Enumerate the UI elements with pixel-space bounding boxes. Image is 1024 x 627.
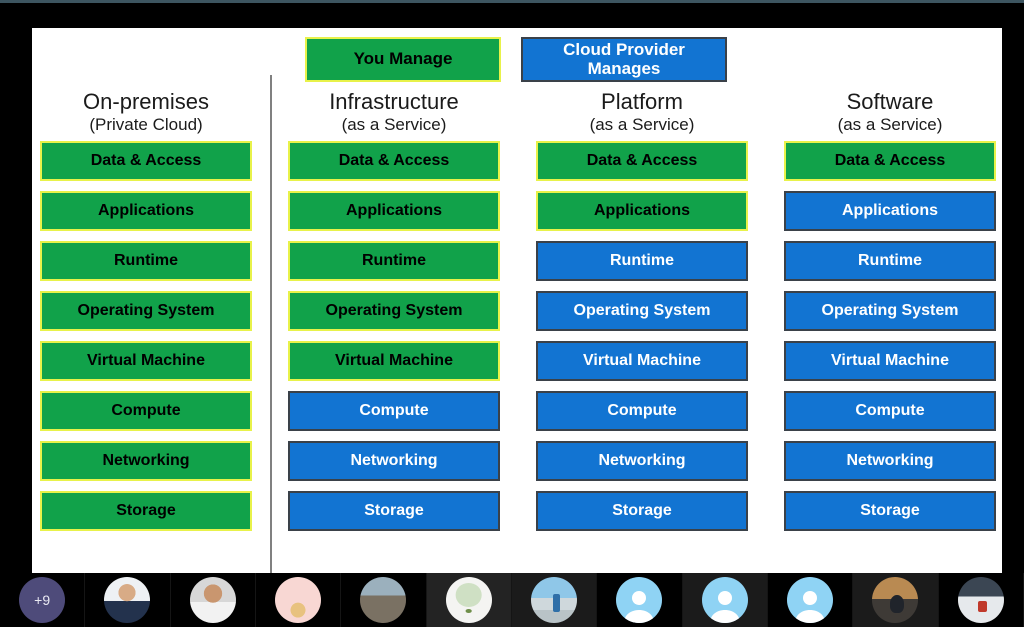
layer-row: Applications bbox=[784, 191, 996, 232]
on-premises-divider bbox=[270, 75, 272, 573]
column-platform-as-a-service: Platform (as a Service) Data & Access Ap… bbox=[536, 89, 748, 532]
participant-tile[interactable] bbox=[853, 573, 939, 627]
avatar bbox=[189, 577, 236, 623]
column-title: Software bbox=[846, 89, 934, 114]
layer-row: Virtual Machine bbox=[288, 341, 500, 382]
participant-tile[interactable] bbox=[170, 573, 256, 627]
participant-tile[interactable] bbox=[511, 573, 598, 627]
avatar bbox=[360, 577, 407, 623]
layer-row: Virtual Machine bbox=[40, 341, 252, 382]
layer-row: Applications bbox=[536, 191, 748, 232]
participant-tile[interactable] bbox=[255, 573, 342, 627]
layer-row: Data & Access bbox=[784, 141, 996, 182]
layer-row: Data & Access bbox=[288, 141, 500, 182]
person-icon bbox=[787, 577, 834, 623]
layer-row: Applications bbox=[40, 191, 252, 232]
column-infrastructure-as-a-service: Infrastructure (as a Service) Data & Acc… bbox=[288, 89, 500, 532]
layer-row: Compute bbox=[784, 391, 996, 432]
person-icon bbox=[616, 577, 663, 623]
layer-row: Storage bbox=[288, 491, 500, 532]
layer-row: Operating System bbox=[536, 291, 748, 332]
legend-you-manage: You Manage bbox=[305, 37, 501, 82]
column-title: Platform bbox=[601, 89, 683, 114]
layer-stack: Data & Access Applications Runtime Opera… bbox=[40, 141, 252, 532]
layer-row: Runtime bbox=[40, 241, 252, 282]
column-subtitle: (as a Service) bbox=[341, 114, 447, 134]
column-header: Infrastructure (as a Service) bbox=[288, 89, 500, 135]
avatar bbox=[275, 577, 322, 623]
participant-overflow-badge[interactable]: +9 bbox=[19, 577, 66, 623]
layer-stack: Data & Access Applications Runtime Opera… bbox=[536, 141, 748, 532]
legend-cloud-provider-manages: Cloud Provider Manages bbox=[521, 37, 727, 82]
column-subtitle: (Private Cloud) bbox=[89, 114, 203, 134]
layer-row: Storage bbox=[784, 491, 996, 532]
person-icon bbox=[701, 577, 748, 623]
column-subtitle: (as a Service) bbox=[589, 114, 695, 134]
layer-row: Runtime bbox=[536, 241, 748, 282]
layer-row: Networking bbox=[288, 441, 500, 482]
participant-tile[interactable] bbox=[938, 573, 1024, 627]
layer-row: Applications bbox=[288, 191, 500, 232]
participant-filmstrip[interactable]: +9 bbox=[0, 573, 1024, 627]
avatar bbox=[872, 577, 919, 623]
layer-row: Virtual Machine bbox=[784, 341, 996, 382]
avatar bbox=[957, 577, 1004, 623]
column-subtitle: (as a Service) bbox=[837, 114, 943, 134]
participant-tile[interactable] bbox=[767, 573, 854, 627]
participant-tile[interactable] bbox=[85, 573, 171, 627]
meeting-stage: You Manage Cloud Provider Manages On-pre… bbox=[0, 3, 1024, 576]
layer-row: Networking bbox=[784, 441, 996, 482]
participant-tile[interactable] bbox=[682, 573, 768, 627]
participant-tile[interactable] bbox=[597, 573, 683, 627]
layer-row: Compute bbox=[288, 391, 500, 432]
layer-row: Compute bbox=[536, 391, 748, 432]
column-software-as-a-service: Software (as a Service) Data & Access Ap… bbox=[784, 89, 996, 532]
shared-slide: You Manage Cloud Provider Manages On-pre… bbox=[32, 28, 1002, 576]
layer-row: Virtual Machine bbox=[536, 341, 748, 382]
column-title: Infrastructure bbox=[329, 89, 459, 114]
column-header: Software (as a Service) bbox=[784, 89, 996, 135]
layer-row: Storage bbox=[40, 491, 252, 532]
column-title: On-premises bbox=[83, 89, 209, 114]
avatar bbox=[531, 577, 578, 623]
column-header: Platform (as a Service) bbox=[536, 89, 748, 135]
participant-tile[interactable] bbox=[426, 573, 512, 627]
layer-row: Networking bbox=[40, 441, 252, 482]
layer-row: Storage bbox=[536, 491, 748, 532]
layer-row: Operating System bbox=[40, 291, 252, 332]
layer-row: Operating System bbox=[288, 291, 500, 332]
layer-row: Runtime bbox=[784, 241, 996, 282]
layer-row: Operating System bbox=[784, 291, 996, 332]
layer-row: Data & Access bbox=[536, 141, 748, 182]
column-on-premises: On-premises (Private Cloud) Data & Acces… bbox=[40, 89, 252, 532]
layer-stack: Data & Access Applications Runtime Opera… bbox=[784, 141, 996, 532]
participant-tile[interactable]: +9 bbox=[0, 573, 86, 627]
layer-row: Compute bbox=[40, 391, 252, 432]
layer-stack: Data & Access Applications Runtime Opera… bbox=[288, 141, 500, 532]
column-header: On-premises (Private Cloud) bbox=[40, 89, 252, 135]
participant-tile[interactable] bbox=[341, 573, 427, 627]
layer-row: Networking bbox=[536, 441, 748, 482]
avatar bbox=[445, 577, 492, 623]
avatar bbox=[104, 577, 151, 623]
layer-row: Runtime bbox=[288, 241, 500, 282]
layer-row: Data & Access bbox=[40, 141, 252, 182]
